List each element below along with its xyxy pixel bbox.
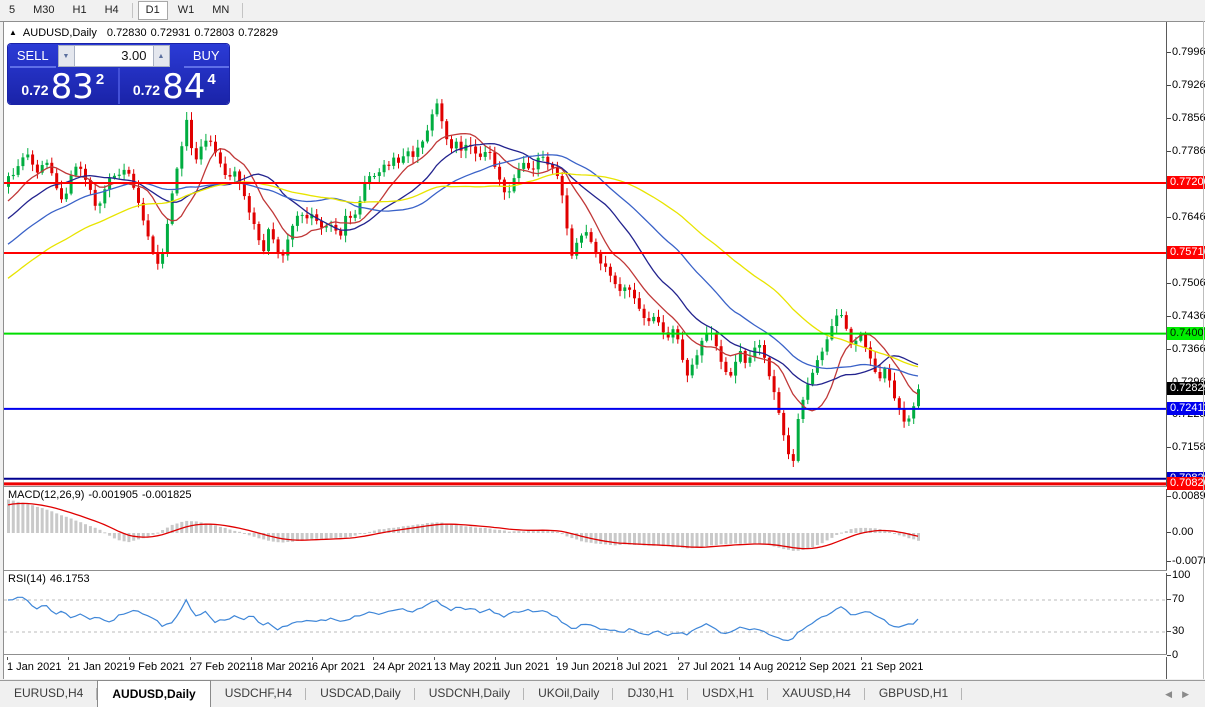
buy-price-big: 84: [162, 73, 205, 101]
macd-main-value: -0.001905: [88, 489, 138, 501]
macd-signal-value: -0.001825: [142, 489, 192, 501]
date-axis-separator: [4, 654, 1205, 657]
price-tick-label: 0.73660: [1172, 343, 1205, 355]
macd-tick-label: 0.00890: [1172, 490, 1205, 502]
date-label: 27 Feb 2021: [190, 661, 252, 673]
date-label: 8 Jul 2021: [617, 661, 668, 673]
tab-usdcnh-daily[interactable]: USDCNH,Daily: [415, 681, 524, 707]
window-frame-left: [3, 21, 4, 679]
timeframe-button-h4[interactable]: H4: [97, 1, 127, 20]
tab-usdcad-daily[interactable]: USDCAD,Daily: [306, 681, 415, 707]
mt4-window: { "toolbar": { "timeframes": ["5","M30",…: [0, 0, 1205, 706]
tab-usdx-h1[interactable]: USDX,H1: [688, 681, 768, 707]
date-label: 2 Sep 2021: [800, 661, 856, 673]
macd-indicator-label: MACD(12,26,9) -0.001905 -0.001825: [8, 489, 196, 501]
tab-eurusd-h4[interactable]: EURUSD,H4: [0, 681, 97, 707]
price-line-label: 0.74007: [1167, 327, 1205, 340]
price-tick-label: 0.79260: [1172, 79, 1205, 91]
date-label: 24 Apr 2021: [373, 661, 432, 673]
date-label: 13 May 2021: [434, 661, 498, 673]
macd-tick-label: -0.00701: [1172, 555, 1205, 567]
volume-decrease-button[interactable]: ▼: [58, 45, 75, 67]
ohlc-low: 0.72803: [194, 27, 234, 39]
buy-price-display[interactable]: 0.72 84 4: [120, 68, 230, 104]
tab-audusd-daily[interactable]: AUDUSD,Daily: [97, 680, 210, 707]
rsi-panel-separator[interactable]: [4, 570, 1205, 573]
date-label: 1 Jun 2021: [495, 661, 549, 673]
rsi-tick-label: 70: [1172, 593, 1184, 605]
timeframe-button-mn[interactable]: MN: [204, 1, 237, 20]
timeframe-button-m30[interactable]: M30: [25, 1, 62, 20]
chart-ohlc-header: ▲ AUDUSD,Daily 0.72830 0.729310.72803 0.7282…: [9, 27, 282, 39]
chart-window-background: [4, 22, 1205, 679]
date-label: 27 Jul 2021: [678, 661, 735, 673]
timeframe-button-w1[interactable]: W1: [170, 1, 203, 20]
tab-scroll-arrows[interactable]: ◀▶: [1165, 689, 1199, 700]
price-line-label: 0.72411: [1167, 402, 1205, 415]
buy-button[interactable]: BUY: [184, 44, 230, 68]
macd-tick-label: 0.00: [1172, 526, 1193, 538]
ohlc-high: 0.72931: [151, 27, 191, 39]
rsi-tick-label: 100: [1172, 569, 1190, 581]
date-label: 1 Jan 2021: [7, 661, 61, 673]
tab-dj30-h1[interactable]: DJ30,H1: [613, 681, 688, 707]
price-tick-label: 0.77860: [1172, 145, 1205, 157]
tab-ukoil-daily[interactable]: UKOil,Daily: [524, 681, 613, 707]
date-label: 14 Aug 2021: [739, 661, 801, 673]
volume-input[interactable]: 3.00: [75, 45, 153, 67]
date-label: 6 Apr 2021: [312, 661, 365, 673]
window-frame-top: [0, 21, 1205, 22]
rsi-tick-label: 0: [1172, 649, 1178, 661]
date-label: 21 Sep 2021: [861, 661, 923, 673]
price-tick-label: 0.76460: [1172, 211, 1205, 223]
ohlc-open: 0.72830: [107, 27, 147, 39]
chart-symbol: AUDUSD,Daily: [23, 27, 97, 39]
ohlc-close: 0.72829: [238, 27, 278, 39]
tab-xauusd-h4[interactable]: XAUUSD,H4: [768, 681, 865, 707]
macd-name: MACD(12,26,9): [8, 489, 84, 501]
date-label: 21 Jan 2021: [68, 661, 129, 673]
buy-price-pip: 4: [207, 71, 215, 88]
price-tick-label: 0.79960: [1172, 46, 1205, 58]
price-line-label: 0.75716: [1167, 246, 1205, 259]
date-label: 19 Jun 2021: [556, 661, 617, 673]
toolbar-separator: [132, 3, 133, 18]
rsi-tick-label: 30: [1172, 625, 1184, 637]
rsi-name: RSI(14): [8, 573, 46, 585]
sell-price-display[interactable]: 0.72 83 2: [8, 68, 120, 104]
date-label: 9 Feb 2021: [129, 661, 185, 673]
tab-divider: [961, 688, 962, 700]
tab-gbpusd-h1[interactable]: GBPUSD,H1: [865, 681, 962, 707]
timeframe-button-h1[interactable]: H1: [65, 1, 95, 20]
sell-button[interactable]: SELL: [10, 44, 56, 68]
timeframe-button-5[interactable]: 5: [1, 1, 23, 20]
price-tick-label: 0.74360: [1172, 310, 1205, 322]
sell-price-big: 83: [51, 73, 94, 101]
price-line-label: 0.70820: [1167, 477, 1205, 490]
toolbar-separator: [242, 3, 243, 18]
price-line-label: 0.72829: [1167, 382, 1205, 395]
date-label: 18 Mar 2021: [251, 661, 313, 673]
volume-increase-button[interactable]: ▲: [153, 45, 170, 67]
price-tick-label: 0.75060: [1172, 277, 1205, 289]
timeframe-toolbar: 5M30H1H4 D1W1MN: [0, 0, 1205, 22]
sell-price-pip: 2: [96, 71, 104, 88]
tab-usdchf-h4[interactable]: USDCHF,H4: [211, 681, 306, 707]
symbol-triangle-icon: ▲: [9, 28, 17, 37]
sell-price-prefix: 0.72: [21, 82, 48, 98]
price-tick-label: 0.78560: [1172, 112, 1205, 124]
price-line-label: 0.77200: [1167, 176, 1205, 189]
price-axis[interactable]: 0.79960 0.79260 0.78560 0.77860 0.76460 0.750…: [1167, 21, 1205, 679]
buy-price-prefix: 0.72: [133, 82, 160, 98]
rsi-indicator-label: RSI(14) 46.1753: [8, 573, 94, 585]
window-frame-right: [1203, 21, 1204, 679]
chart-tab-bar: EURUSD,H4AUDUSD,DailyUSDCHF,H4USDCAD,Dai…: [0, 680, 1205, 707]
rsi-value: 46.1753: [50, 573, 90, 585]
price-tick-label: 0.71580: [1172, 441, 1205, 453]
one-click-trading-panel: SELL ▼ 3.00 ▲ BUY 0.72 83 2 0.72 84 4: [8, 44, 229, 104]
date-axis[interactable]: 1 Jan 2021 21 Jan 20219 Feb 2021 27 Feb 20…: [4, 656, 1166, 679]
macd-panel-separator[interactable]: [4, 486, 1205, 489]
timeframe-button-d1[interactable]: D1: [138, 1, 168, 20]
